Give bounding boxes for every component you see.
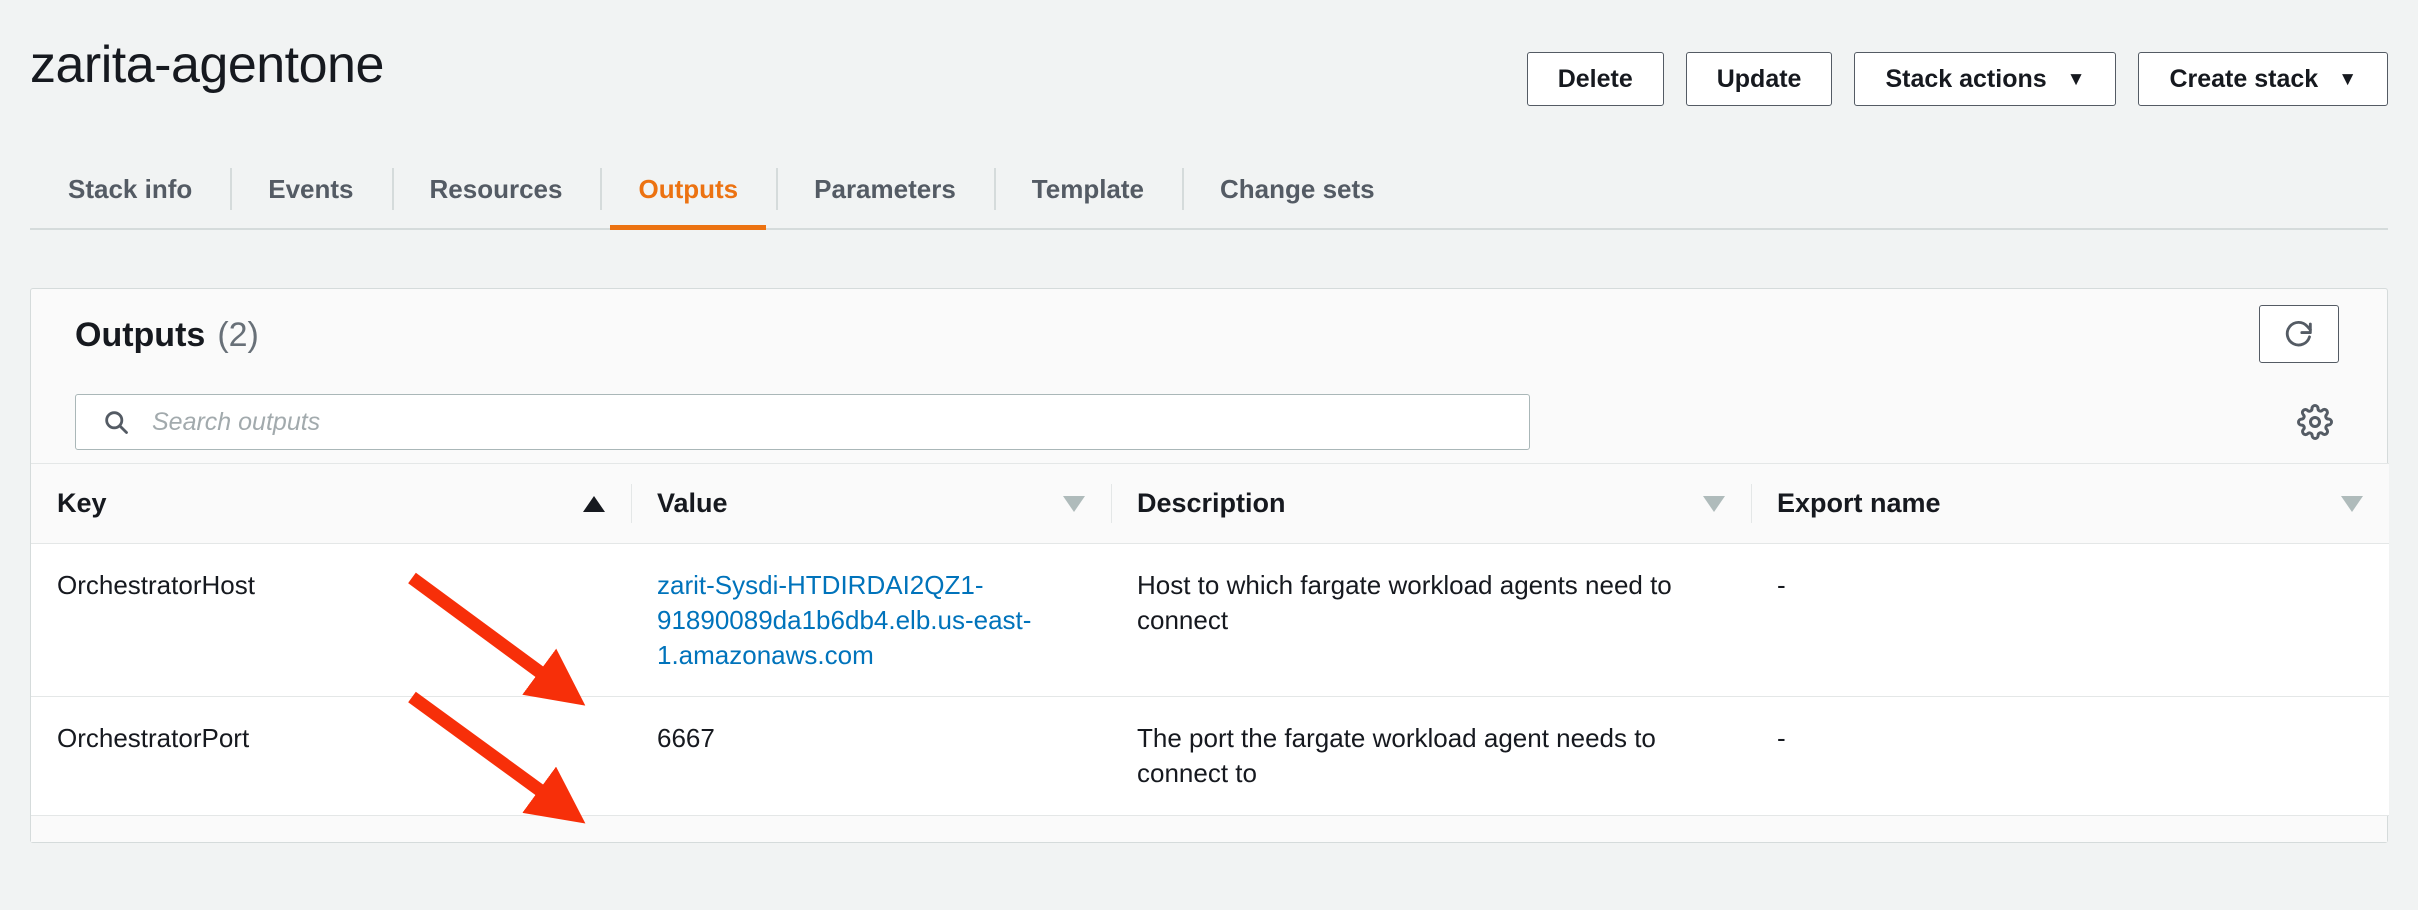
header-action-buttons: Delete Update Stack actions ▼ Create sta…	[1526, 52, 2388, 106]
column-header-label: Key	[57, 488, 107, 518]
chevron-down-icon: ▼	[2338, 68, 2357, 90]
cell-description: The port the fargate workload agent need…	[1111, 696, 1751, 817]
cell-export-name: -	[1751, 543, 2389, 698]
sort-none-icon	[1703, 495, 1725, 512]
column-header-description[interactable]: Description	[1111, 463, 1751, 544]
table-preferences-button[interactable]	[2295, 402, 2335, 442]
stack-actions-button-label: Stack actions	[1885, 64, 2047, 93]
tab-change-sets[interactable]: Change sets	[1182, 150, 1413, 228]
refresh-button[interactable]	[2259, 305, 2339, 363]
outputs-panel: Outputs (2) Search outputs Key Value Des…	[30, 288, 2389, 844]
tab-label: Parameters	[814, 173, 956, 204]
tab-parameters[interactable]: Parameters	[776, 150, 994, 228]
delete-button-label: Delete	[1557, 64, 1633, 93]
cell-description: Host to which fargate workload agents ne…	[1111, 543, 1751, 698]
tab-events[interactable]: Events	[230, 150, 391, 228]
gear-icon	[2297, 404, 2333, 440]
column-header-value[interactable]: Value	[631, 463, 1111, 544]
tab-label: Template	[1031, 173, 1145, 204]
column-header-key[interactable]: Key	[31, 463, 631, 544]
outputs-panel-title: Outputs	[75, 315, 206, 354]
cell-value: zarit-Sysdi-HTDIRDAI2QZ1-91890089da1b6db…	[631, 543, 1111, 698]
search-icon	[105, 411, 128, 434]
page-header: zarita-agentone Delete Update Stack acti…	[0, 0, 2418, 150]
cell-key: OrchestratorPort	[31, 696, 631, 817]
tab-resources[interactable]: Resources	[391, 150, 601, 228]
column-header-label: Value	[657, 488, 728, 518]
update-button[interactable]: Update	[1685, 52, 1833, 106]
tab-label: Change sets	[1220, 173, 1375, 204]
tab-outputs[interactable]: Outputs	[600, 150, 776, 230]
refresh-icon	[2285, 321, 2312, 347]
search-input[interactable]: Search outputs	[75, 394, 1530, 450]
column-header-export-name[interactable]: Export name	[1751, 463, 2389, 544]
table-row: OrchestratorPort 6667 The port the farga…	[31, 696, 2389, 817]
outputs-count: (2)	[217, 315, 259, 354]
stack-detail-tabs: Stack info Events Resources Outputs Para…	[30, 150, 2388, 230]
update-button-label: Update	[1716, 64, 1802, 93]
outputs-table-head: Key Value Description Export name	[31, 463, 2389, 544]
tab-label: Events	[268, 173, 354, 204]
tab-label: Outputs	[638, 173, 739, 204]
chevron-down-icon: ▼	[2066, 68, 2086, 90]
outputs-filter-row: Search outputs	[31, 381, 2387, 463]
cell-value: 6667	[631, 696, 1111, 817]
outputs-table-body: OrchestratorHost zarit-Sysdi-HTDIRDAI2QZ…	[31, 543, 2389, 817]
tab-template[interactable]: Template	[993, 150, 1182, 228]
output-value-link[interactable]: zarit-Sysdi-HTDIRDAI2QZ1-91890089da1b6db…	[657, 570, 1031, 670]
outputs-panel-footer	[31, 816, 2387, 843]
outputs-panel-header: Outputs (2)	[31, 289, 2387, 381]
tab-stack-info[interactable]: Stack info	[30, 150, 230, 228]
search-input-placeholder: Search outputs	[152, 407, 321, 436]
create-stack-button-label: Create stack	[2169, 64, 2319, 93]
sort-ascending-icon	[583, 495, 605, 512]
outputs-table: Key Value Description Export name Orches…	[31, 463, 2389, 817]
sort-none-icon	[2341, 495, 2363, 512]
column-header-label: Description	[1137, 488, 1286, 518]
cloudformation-stack-detail-page: zarita-agentone Delete Update Stack acti…	[0, 0, 2418, 910]
tab-label: Resources	[429, 173, 563, 204]
cell-key: OrchestratorHost	[31, 543, 631, 698]
stack-actions-button[interactable]: Stack actions ▼	[1854, 52, 2117, 106]
column-header-label: Export name	[1777, 488, 1941, 518]
page-title: zarita-agentone	[30, 36, 384, 94]
table-row: OrchestratorHost zarit-Sysdi-HTDIRDAI2QZ…	[31, 543, 2389, 698]
delete-button[interactable]: Delete	[1526, 52, 1664, 106]
create-stack-button[interactable]: Create stack ▼	[2138, 52, 2388, 106]
sort-none-icon	[1063, 495, 1085, 512]
cell-export-name: -	[1751, 696, 2389, 817]
tab-label: Stack info	[68, 173, 193, 204]
table-header-row: Key Value Description Export name	[31, 463, 2389, 544]
